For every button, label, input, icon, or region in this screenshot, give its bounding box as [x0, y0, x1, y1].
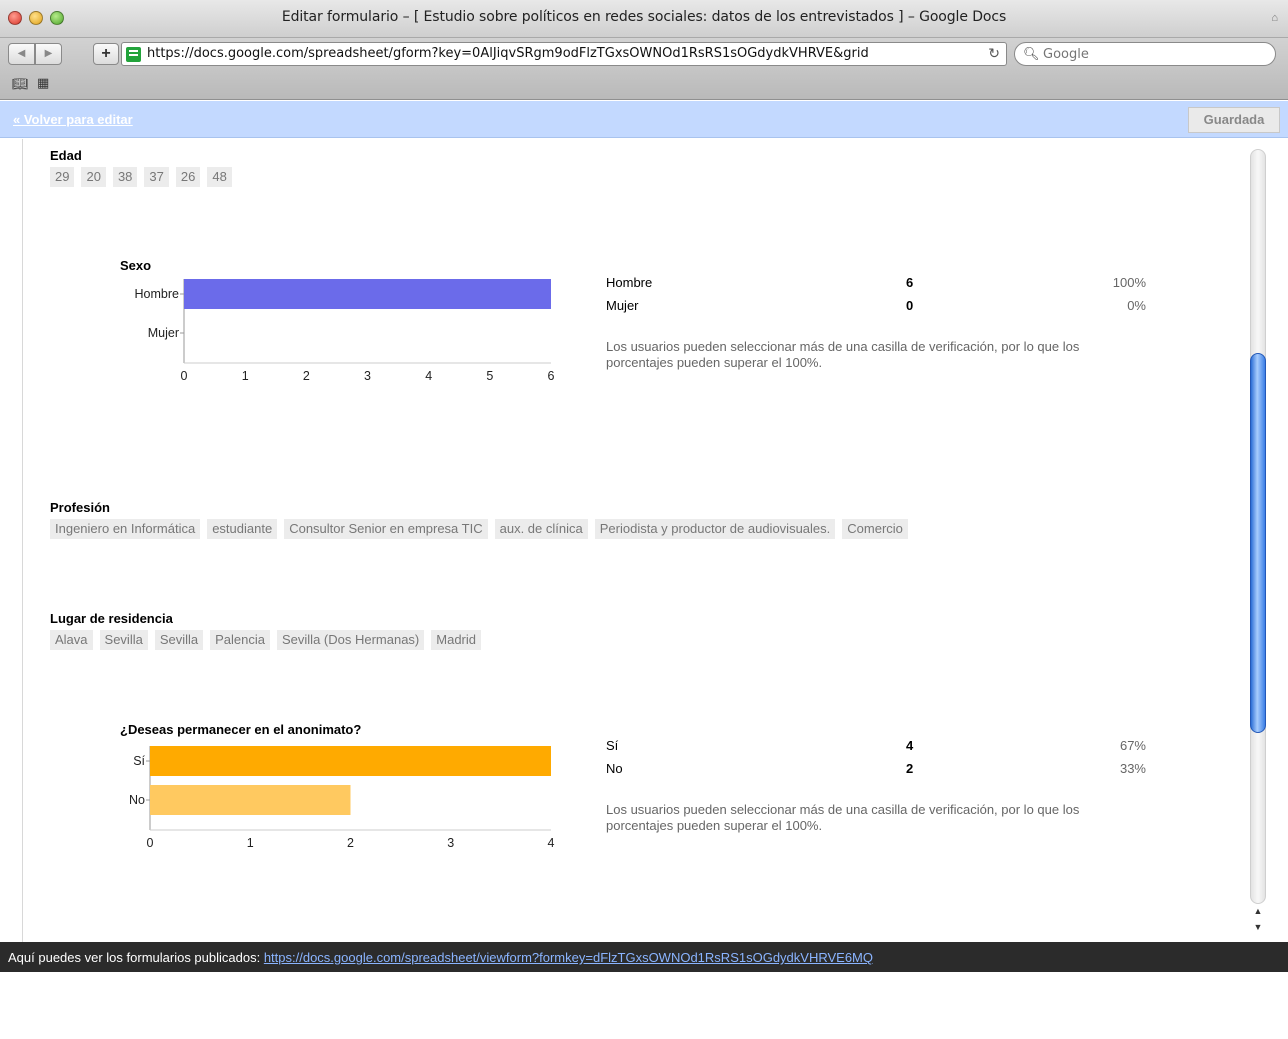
profesion-value-chip: Consultor Senior en empresa TIC — [284, 519, 488, 539]
edad-value-chip: 29 — [50, 167, 75, 187]
scroll-up-arrow-icon[interactable]: ▲ — [1251, 906, 1265, 916]
search-icon[interactable]: 🔍︎ — [1023, 46, 1040, 62]
published-forms-bar: Aquí puedes ver los formularios publicad… — [0, 942, 1288, 972]
checkbox-note: Los usuarios pueden seleccionar más de u… — [606, 802, 1080, 833]
edad-value-chip: 38 — [112, 167, 138, 187]
anonimato-chart-title: ¿Deseas permanecer en el anonimato? — [120, 722, 362, 737]
x-tick-label: 4 — [548, 836, 555, 850]
bar-0 — [150, 746, 551, 776]
stat-count: 0 — [906, 298, 914, 313]
profesion-values: Ingeniero en Informática estudiante Consul… — [50, 519, 908, 539]
x-tick-label: 6 — [548, 369, 555, 383]
stat-row-si: Sí 4 67% — [606, 738, 1146, 761]
bar-1 — [150, 785, 351, 815]
stat-label: Hombre — [606, 275, 653, 290]
anonimato-summary-table: Sí 4 67% No 2 33% Los usuarios pueden se… — [606, 738, 1146, 834]
address-bar[interactable]: https://docs.google.com/spreadsheet/gfor… — [121, 42, 1007, 66]
bar-0 — [184, 279, 551, 309]
browser-toolbar: ◀ ▶ + https://docs.google.com/spreadshee… — [0, 38, 1288, 100]
edad-value-chip: 48 — [207, 167, 232, 187]
search-input[interactable] — [1043, 45, 1263, 63]
x-tick-label: 0 — [181, 369, 188, 383]
stat-row-no: No 2 33% — [606, 761, 1146, 784]
search-box[interactable]: 🔍︎ — [1014, 42, 1276, 66]
scroll-track[interactable]: ▲ ▼ — [1250, 149, 1269, 1039]
x-tick-label: 3 — [447, 836, 454, 850]
residencia-value-chip: Sevilla (Dos Hermanas) — [277, 630, 425, 650]
add-bookmark-button[interactable]: + — [93, 43, 119, 65]
profesion-value-chip: aux. de clínica — [494, 519, 588, 539]
stat-percent: 33% — [1119, 761, 1146, 776]
bookmarks-book-icon[interactable]: 📖︎ — [12, 76, 29, 92]
residencia-value-chip: Sevilla — [99, 630, 148, 650]
profesion-value-chip: Comercio — [842, 519, 908, 539]
vertical-scrollbar[interactable]: ▲ ▼ — [1250, 139, 1288, 942]
profesion-title: Profesión — [50, 500, 110, 515]
form-appbar: « Volver para editar Guardada — [0, 101, 1288, 138]
category-label: Sí — [133, 754, 145, 768]
scroll-down-arrow-icon[interactable]: ▼ — [1251, 922, 1265, 932]
edad-title: Edad — [50, 148, 82, 163]
x-tick-label: 2 — [303, 369, 310, 383]
edad-values: 29 20 38 37 26 48 — [50, 167, 232, 187]
profesion-value-chip: Periodista y productor de audiovisuales. — [594, 519, 836, 539]
url-text[interactable]: https://docs.google.com/spreadsheet/gfor… — [147, 46, 869, 61]
category-label: Mujer — [148, 326, 179, 340]
category-label: Hombre — [135, 287, 180, 301]
profesion-value-chip: Ingeniero en Informática — [50, 519, 201, 539]
stat-count: 4 — [906, 738, 914, 753]
back-button[interactable]: ◀ — [8, 43, 35, 65]
summary-content: Edad 29 20 38 37 26 48 Sexo Hombre Mujer 0 1 2 3 4 5… — [0, 139, 1250, 942]
stat-percent: 67% — [1119, 738, 1146, 753]
back-to-edit-link[interactable]: « Volver para editar — [13, 112, 133, 127]
published-form-link[interactable]: https://docs.google.com/spreadsheet/view… — [264, 950, 873, 965]
forward-button[interactable]: ▶ — [35, 43, 62, 65]
stat-row-hombre: Hombre 6 100% — [606, 275, 1146, 298]
profesion-value-chip: estudiante — [207, 519, 278, 539]
residencia-value-chip: Madrid — [431, 630, 482, 650]
x-tick-label: 3 — [364, 369, 371, 383]
stat-label: Sí — [606, 738, 619, 753]
window-titlebar: Editar formulario – [ Estudio sobre polí… — [0, 0, 1288, 38]
reload-icon[interactable]: ↻ — [988, 45, 1000, 62]
sexo-chart-title: Sexo — [120, 258, 152, 273]
stat-label: Mujer — [606, 298, 639, 313]
residencia-value-chip: Sevilla — [154, 630, 204, 650]
top-sites-grid-icon[interactable]: ▦ — [37, 75, 49, 91]
x-tick-label: 0 — [147, 836, 154, 850]
x-tick-label: 4 — [425, 369, 432, 383]
edad-value-chip: 20 — [81, 167, 106, 187]
stat-count: 2 — [906, 761, 914, 776]
edad-value-chip: 26 — [175, 167, 201, 187]
x-tick-label: 1 — [242, 369, 249, 383]
checkbox-note: Los usuarios pueden seleccionar más de u… — [606, 339, 1080, 370]
edad-value-chip: 37 — [144, 167, 169, 187]
category-label: No — [129, 793, 145, 807]
lock-icon: ⌂ — [1271, 12, 1278, 24]
residencia-title: Lugar de residencia — [50, 611, 173, 626]
sexo-summary-table: Hombre 6 100% Mujer 0 0% Los usuarios pu… — [606, 275, 1146, 371]
stat-label: No — [606, 761, 623, 776]
stat-count: 6 — [906, 275, 914, 290]
x-tick-label: 1 — [247, 836, 254, 850]
window-title: Editar formulario – [ Estudio sobre polí… — [281, 9, 1007, 25]
published-forms-label: Aquí puedes ver los formularios publicad… — [8, 950, 261, 965]
stat-percent: 0% — [1127, 298, 1146, 313]
residencia-values: Alava Sevilla Sevilla Palencia Sevilla (Dos … — [50, 630, 482, 650]
x-tick-label: 5 — [486, 369, 493, 383]
stat-row-mujer: Mujer 0 0% — [606, 298, 1146, 321]
stat-percent: 100% — [1112, 275, 1146, 290]
anonimato-bar-chart: Sí No 0 1 2 3 4 — [129, 746, 555, 850]
x-tick-label: 2 — [347, 836, 354, 850]
saved-button[interactable]: Guardada — [1188, 107, 1280, 133]
residencia-value-chip: Alava — [50, 630, 93, 650]
spreadsheet-favicon-icon — [126, 47, 141, 62]
scroll-thumb[interactable] — [1250, 353, 1266, 733]
residencia-value-chip: Palencia — [210, 630, 270, 650]
sexo-bar-chart: Hombre Mujer 0 1 2 3 4 5 6 — [135, 279, 555, 383]
content-left-border — [22, 139, 23, 942]
